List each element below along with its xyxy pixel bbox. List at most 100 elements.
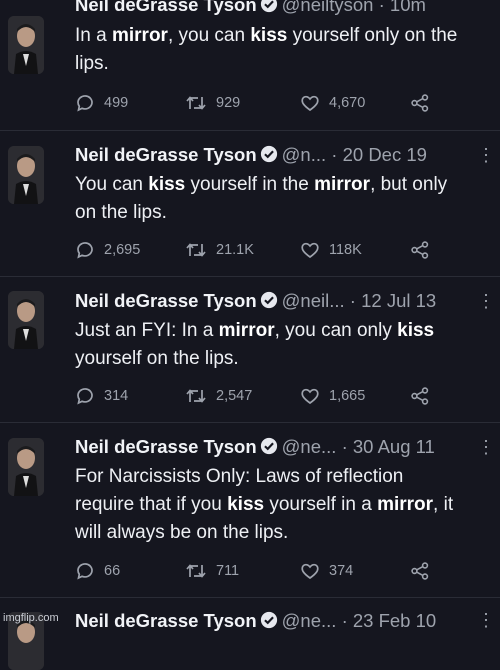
profile-photo-icon — [8, 291, 44, 349]
author-name[interactable]: Neil deGrasse Tyson — [75, 436, 257, 457]
avatar[interactable] — [8, 438, 44, 496]
reply-count: 499 — [104, 95, 129, 111]
tweet-header: Neil deGrasse Tyson @ne... · 23 Feb 10 — [75, 610, 500, 634]
avatar[interactable] — [8, 291, 44, 349]
author-handle[interactable]: @neil... — [282, 290, 345, 311]
avatar[interactable] — [8, 16, 44, 74]
tweet-text: In a mirror, you can kiss yourself only … — [75, 22, 500, 78]
tweet-actions: 2,695 21.1K 118K — [75, 240, 500, 262]
text-segment: , you can only — [274, 320, 398, 341]
avatar[interactable] — [8, 146, 44, 204]
author-handle[interactable]: @ne... — [282, 436, 337, 457]
tweet-actions: 314 2,547 1,665 — [75, 386, 500, 408]
like-count: 374 — [329, 563, 354, 579]
like-button[interactable]: 1,665 — [300, 386, 365, 406]
tweet-date[interactable]: · 30 Aug 11 — [342, 436, 435, 457]
tweet-actions: 66 711 374 — [75, 561, 500, 583]
author-handle[interactable]: @ne... — [282, 610, 337, 631]
author-handle[interactable]: @neiltyson — [282, 0, 374, 15]
like-button[interactable]: 4,670 — [300, 93, 365, 113]
like-count: 4,670 — [329, 95, 366, 111]
reply-button[interactable]: 314 — [75, 386, 128, 406]
retweet-button[interactable]: 711 — [185, 561, 239, 581]
more-options-icon[interactable]: ⋮ — [477, 145, 495, 166]
reply-button[interactable]: 2,695 — [75, 240, 140, 260]
like-count: 118K — [329, 242, 362, 258]
tweet-date-text: 10m — [389, 0, 426, 15]
author-handle[interactable]: @n... — [282, 144, 327, 165]
verified-badge-icon — [260, 611, 278, 634]
tweet-header: Neil deGrasse Tyson @neiltyson · 10m — [75, 0, 500, 18]
tweet-header: Neil deGrasse Tyson @ne... · 30 Aug 11 — [75, 436, 500, 460]
text-segment: require that if you — [75, 494, 228, 515]
profile-photo-icon — [8, 16, 44, 74]
divider — [0, 276, 500, 277]
verified-badge-icon — [260, 145, 278, 168]
text-segment: Just an FYI: In a — [75, 320, 219, 341]
text-segment: yourself on the lips. — [75, 348, 239, 369]
tweet-header: Neil deGrasse Tyson @n... · 20 Dec 19 — [75, 144, 500, 168]
profile-photo-icon — [8, 438, 44, 496]
share-button[interactable] — [410, 561, 430, 581]
text-bold: mirror — [314, 174, 371, 195]
heart-icon — [300, 561, 320, 581]
share-button[interactable] — [410, 93, 430, 113]
text-segment: will always be on the lips. — [75, 522, 289, 543]
text-segment: on the lips. — [75, 202, 167, 223]
retweet-icon — [185, 561, 207, 581]
author-name[interactable]: Neil deGrasse Tyson — [75, 0, 257, 15]
retweet-icon — [185, 386, 207, 406]
tweet-date[interactable]: · 20 Dec 19 — [331, 144, 427, 165]
author-name[interactable]: Neil deGrasse Tyson — [75, 290, 257, 311]
share-button[interactable] — [410, 240, 430, 260]
verified-badge-icon — [260, 0, 278, 18]
text-bold: mirror — [111, 25, 168, 46]
text-bold: kiss — [397, 320, 435, 341]
reply-icon — [75, 240, 95, 260]
text-segment: , it — [433, 494, 454, 515]
retweet-button[interactable]: 2,547 — [185, 386, 252, 406]
tweet-header: Neil deGrasse Tyson @neil... · 12 Jul 13 — [75, 290, 500, 314]
reply-icon — [75, 386, 95, 406]
tweet-date[interactable]: · 10m — [379, 0, 426, 15]
share-button[interactable] — [410, 386, 430, 406]
share-icon — [410, 93, 430, 113]
more-options-icon[interactable]: ⋮ — [477, 610, 495, 631]
text-segment: yourself only on the — [287, 25, 458, 46]
text-segment: You can — [75, 174, 149, 195]
tweet-date[interactable]: · 23 Feb 10 — [342, 610, 437, 631]
text-bold: kiss — [227, 494, 265, 515]
retweet-count: 929 — [216, 95, 241, 111]
text-segment: , but only — [370, 174, 448, 195]
heart-icon — [300, 386, 320, 406]
author-name[interactable]: Neil deGrasse Tyson — [75, 610, 257, 631]
share-icon — [410, 240, 430, 260]
verified-badge-icon — [260, 437, 278, 460]
retweet-icon — [185, 240, 207, 260]
text-segment: For Narcissists Only: Laws of reflection — [75, 466, 404, 487]
text-segment: yourself in the — [185, 174, 315, 195]
tweet-date[interactable]: · 12 Jul 13 — [350, 290, 436, 311]
text-bold: kiss — [250, 25, 288, 46]
reply-icon — [75, 93, 95, 113]
reply-count: 66 — [104, 563, 121, 579]
share-icon — [410, 386, 430, 406]
verified-badge-icon — [260, 291, 278, 314]
heart-icon — [300, 93, 320, 113]
like-button[interactable]: 118K — [300, 240, 362, 260]
more-options-icon[interactable]: ⋮ — [477, 291, 495, 312]
reply-button[interactable]: 499 — [75, 93, 128, 113]
share-icon — [410, 561, 430, 581]
tweet-text: Just an FYI: In a mirror, you can only k… — [75, 317, 500, 373]
reply-button[interactable]: 66 — [75, 561, 120, 581]
more-options-icon[interactable]: ⋮ — [477, 437, 495, 458]
retweet-count: 21.1K — [216, 242, 254, 258]
like-button[interactable]: 374 — [300, 561, 353, 581]
author-name[interactable]: Neil deGrasse Tyson — [75, 144, 257, 165]
retweet-button[interactable]: 929 — [185, 93, 240, 113]
retweet-button[interactable]: 21.1K — [185, 240, 254, 260]
text-bold: kiss — [148, 174, 186, 195]
divider — [0, 130, 500, 131]
like-count: 1,665 — [329, 388, 366, 404]
text-segment: lips. — [75, 53, 109, 74]
